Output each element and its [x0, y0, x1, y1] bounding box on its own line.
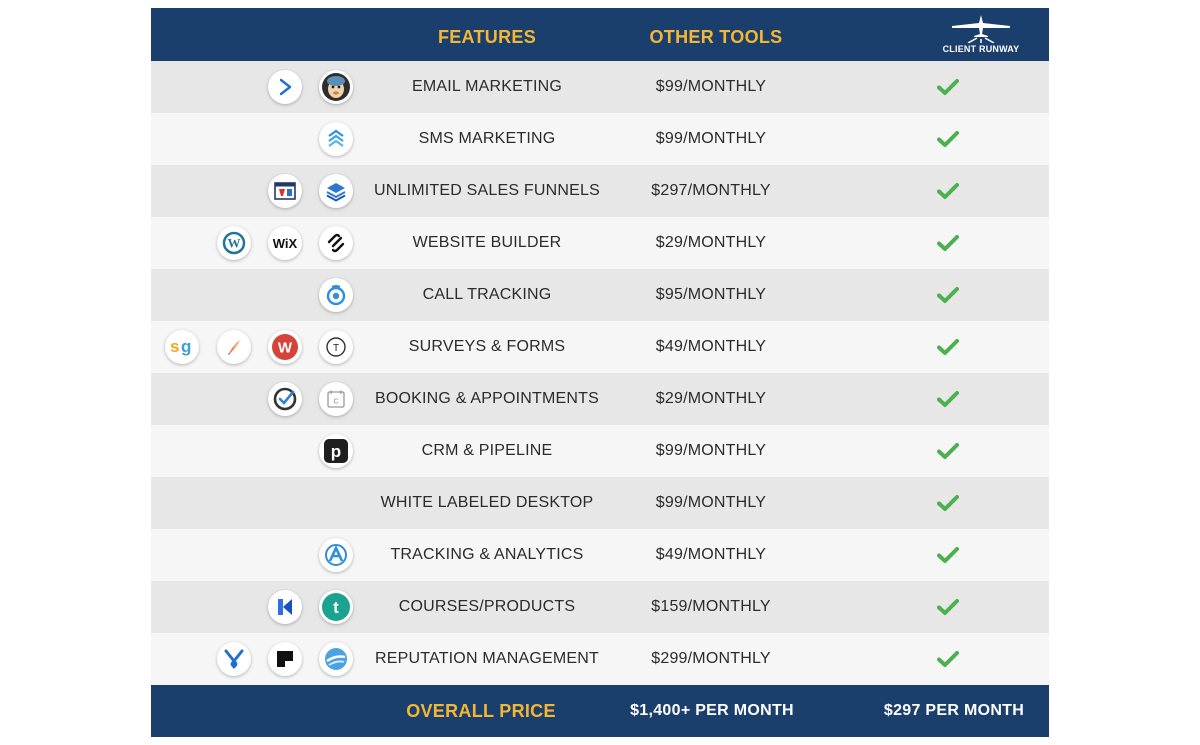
feature-name: TRACKING & ANALYTICS [390, 546, 584, 563]
table-row: TRACKING & ANALYTICS $49/MONTHLY [151, 529, 1049, 581]
feature-name: REPUTATION MANAGEMENT [374, 650, 600, 667]
feature-name: CALL TRACKING [422, 286, 552, 303]
other-tools-price: $99/MONTHLY [655, 130, 767, 147]
brand-logo: CLIENT RUNWAY [931, 13, 1031, 59]
check-icon [937, 598, 959, 616]
typeform-icon: T [319, 330, 353, 364]
svg-text:p: p [331, 442, 341, 461]
table-row: WiX W WEBSITE BUILDER $29/MONTHLY [151, 217, 1049, 269]
feature-name: CRM & PIPELINE MANAGEMENT [421, 442, 553, 511]
feature-name: SURVEYS & FORMS [408, 338, 566, 355]
layers-icon [319, 174, 353, 208]
feature-name: EMAIL MARKETING [412, 78, 562, 95]
check-icon [937, 338, 959, 356]
other-tools-price: $49/MONTHLY [655, 546, 767, 563]
table-row: p CRM & PIPELINE MANAGEMENT $99/MONTHLY [151, 425, 1049, 511]
squarespace-icon [319, 226, 353, 260]
svg-text:g: g [181, 337, 191, 356]
analytics-icon [319, 538, 353, 572]
birdeye-icon [217, 642, 251, 676]
feature-name: UNLIMITED SALES FUNNELS [374, 182, 600, 199]
check-icon [937, 78, 959, 96]
swirl-icon [319, 642, 353, 676]
feature-name: WHITE LABELED DESKTOP APP [380, 494, 594, 563]
wufoo-icon: W [268, 330, 302, 364]
brand-name: CLIENT RUNWAY [942, 44, 1020, 54]
overall-price-label: OVERALL PRICE [406, 701, 556, 721]
table-row: CALL TRACKING $95/MONTHLY [151, 269, 1049, 321]
other-tools-price: $159/MONTHLY [651, 598, 771, 615]
table-body: EMAIL MARKETING $99/MONTHLY SMS MARKETING $… [151, 61, 1049, 685]
feature-name: COURSES/PRODUCTS [398, 598, 576, 615]
surveygizmo-icon: sg [165, 330, 199, 364]
mailchimp-icon [319, 70, 353, 104]
other-tools-price: $299/MONTHLY [651, 650, 771, 667]
quill-icon [217, 330, 251, 364]
check-icon [937, 390, 959, 408]
activecampaign-icon [268, 70, 302, 104]
table-header: FEATURES OTHER TOOLS CLIENT RUNWAY [151, 8, 1049, 61]
svg-text:C: C [333, 399, 338, 406]
table-row: t COURSES/PRODUCTS $159/MONTHLY [151, 581, 1049, 633]
chevron-stack-icon [319, 122, 353, 156]
pipedrive-icon: p [319, 434, 353, 468]
check-icon [937, 494, 959, 512]
other-tools-price: $29/MONTHLY [655, 234, 767, 251]
table-row: T Ws g SURVEYS & FORMS $49/MONTHLY [151, 321, 1049, 373]
other-tools-price: $49/MONTHLY [655, 338, 767, 355]
check-icon [937, 442, 959, 460]
other-tools-price: $297/MONTHLY [651, 182, 771, 199]
svg-text:s: s [170, 337, 179, 356]
teachable-icon: t [319, 590, 353, 624]
svg-text:W: W [278, 340, 293, 357]
table-footer: OVERALL PRICE $1,400+ PER MONTH $297 PER… [151, 685, 1049, 737]
check-icon [937, 234, 959, 252]
other-tools-price: $99/MONTHLY [655, 442, 767, 459]
other-tools-column-header: OTHER TOOLS [649, 27, 783, 47]
check-icon [937, 130, 959, 148]
table-row: EMAIL MARKETING $99/MONTHLY [151, 61, 1049, 113]
airplane-runway-icon [952, 15, 1010, 43]
check-icon [937, 546, 959, 564]
wordpress-icon: W [217, 226, 251, 260]
other-tools-price: $95/MONTHLY [655, 286, 767, 303]
podium-icon [268, 642, 302, 676]
wix-icon: WiX [268, 226, 302, 260]
comparison-table: FEATURES OTHER TOOLS CLIENT RUNWAY EMAIL… [151, 8, 1049, 737]
svg-text:t: t [333, 598, 339, 617]
table-row: REPUTATION MANAGEMENT $299/MONTHLY [151, 633, 1049, 685]
features-column-header: FEATURES [437, 27, 537, 47]
calendar-icon: C [319, 382, 353, 416]
other-tools-price: $99/MONTHLY [655, 494, 767, 511]
other-tools-price: $29/MONTHLY [655, 390, 767, 407]
svg-text:WiX: WiX [273, 236, 298, 250]
acuity-icon [268, 382, 302, 416]
table-row: SMS MARKETING $99/MONTHLY [151, 113, 1049, 165]
call-tracking-icon [319, 278, 353, 312]
table-row: C BOOKING & APPOINTMENTS $29/MONTHLY [151, 373, 1049, 425]
other-tools-total: $1,400+ PER MONTH [630, 702, 794, 719]
feature-name: SMS MARKETING [418, 130, 556, 147]
client-runway-total: $297 PER MONTH [883, 702, 1025, 719]
check-icon [937, 286, 959, 304]
feature-name: BOOKING & APPOINTMENTS [375, 390, 599, 407]
feature-name: WEBSITE BUILDER [412, 234, 562, 251]
clickfunnels-icon [268, 174, 302, 208]
svg-text:T: T [333, 343, 339, 354]
kajabi-icon [268, 590, 302, 624]
table-row: WHITE LABELED DESKTOP APP $99/MONTHLY [151, 477, 1049, 563]
svg-text:W: W [228, 236, 241, 251]
check-icon [937, 650, 959, 668]
other-tools-price: $99/MONTHLY [655, 78, 767, 95]
check-icon [937, 182, 959, 200]
table-row: UNLIMITED SALES FUNNELS $297/MONTHLY [151, 165, 1049, 217]
